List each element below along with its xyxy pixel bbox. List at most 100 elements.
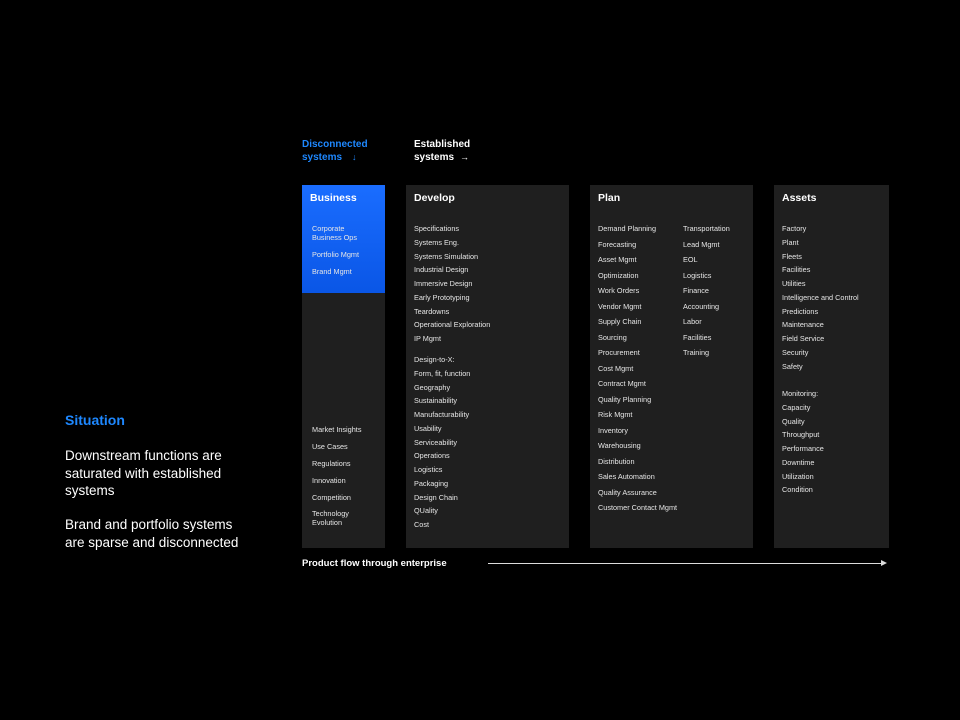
develop-design-item: Operations bbox=[414, 451, 450, 461]
develop-item: Specifications bbox=[414, 224, 460, 233]
plan-item: Warehousing bbox=[598, 441, 641, 450]
develop-design-item: Packaging bbox=[414, 478, 449, 488]
assets-monitoring-item: Utilization bbox=[782, 471, 814, 481]
develop-title: Develop bbox=[414, 192, 455, 204]
assets-item: Maintenance bbox=[782, 320, 824, 330]
plan-item: Optimization bbox=[598, 270, 639, 280]
situation-line-1: Downstream functions are bbox=[65, 448, 222, 463]
develop-item: Teardowns bbox=[414, 306, 450, 316]
develop-item: Operational Exploration bbox=[414, 320, 491, 330]
situation-line-4: Brand and portfolio systems bbox=[65, 517, 233, 532]
right-arrow-icon: → bbox=[460, 152, 470, 162]
business-item: Competition bbox=[312, 493, 351, 502]
header-disconnected-systems: Disconnected systems ↓ bbox=[302, 138, 368, 164]
plan-item: Vendor Mgmt bbox=[598, 301, 642, 311]
plan-item: EOL bbox=[683, 255, 698, 264]
assets-monitoring-item: Performance bbox=[782, 444, 824, 453]
business-item: Technology Evolution bbox=[312, 509, 349, 527]
assets-monitoring-item: Downtime bbox=[782, 457, 815, 467]
plan-item: Supply Chain bbox=[598, 317, 642, 326]
plan-item: Distribution bbox=[598, 456, 635, 466]
header-established-word: systems bbox=[414, 152, 455, 163]
header-established-line1: Established bbox=[414, 139, 471, 150]
assets-item: Security bbox=[782, 347, 809, 357]
assets-title: Assets bbox=[782, 192, 817, 204]
header-disconnected-line2: systems ↓ bbox=[302, 151, 368, 164]
plan-item: Sales Automation bbox=[598, 472, 655, 481]
plan-item: Sourcing bbox=[598, 332, 627, 342]
develop-design-item: Serviceability bbox=[414, 437, 457, 447]
develop-item: Immersive Design bbox=[414, 279, 473, 288]
assets-item: Fleets bbox=[782, 251, 802, 261]
assets-item: Intelligence and Control bbox=[782, 292, 859, 302]
develop-design-item: Logistics bbox=[414, 465, 443, 474]
plan-item: Logistics bbox=[683, 270, 712, 280]
business-item: Innovation bbox=[312, 476, 346, 485]
situation-line-3: systems bbox=[65, 483, 115, 498]
develop-design-item: Geography bbox=[414, 382, 451, 392]
plan-item: Risk Mgmt bbox=[598, 410, 633, 419]
product-flow-arrow-line bbox=[488, 563, 882, 564]
plan-item: Cost Mgmt bbox=[598, 363, 634, 373]
plan-item: Transportation bbox=[683, 224, 730, 233]
plan-item: Work Orders bbox=[598, 286, 640, 295]
assets-monitoring-item: Monitoring: bbox=[782, 389, 819, 398]
plan-item: Quality Planning bbox=[598, 394, 652, 404]
plan-item: Customer Contact Mgmt bbox=[598, 503, 678, 512]
assets-monitoring-item: Condition bbox=[782, 485, 813, 495]
plan-title: Plan bbox=[598, 192, 621, 204]
assets-item: Facilities bbox=[782, 265, 811, 275]
product-flow-label: Product flow through enterprise bbox=[302, 558, 447, 569]
assets-item: Plant bbox=[782, 237, 799, 247]
develop-design-item: Usability bbox=[414, 423, 442, 433]
develop-design-item: Form, fit, function bbox=[414, 368, 471, 378]
assets-monitoring-item: Throughput bbox=[782, 430, 820, 440]
plan-item: Asset Mgmt bbox=[598, 255, 637, 264]
business-item: Use Cases bbox=[312, 442, 348, 451]
plan-item: Forecasting bbox=[598, 239, 637, 249]
develop-item: Early Prototyping bbox=[414, 292, 470, 302]
plan-item: Lead Mgmt bbox=[683, 239, 720, 249]
develop-item: Systems Simulation bbox=[414, 251, 479, 261]
plan-item: Facilities bbox=[683, 332, 712, 342]
plan-item: Contract Mgmt bbox=[598, 379, 646, 388]
business-item: Portfolio Mgmt bbox=[312, 250, 360, 259]
develop-item: IP Mgmt bbox=[414, 334, 442, 343]
plan-item: Training bbox=[683, 348, 710, 357]
down-arrow-icon: ↓ bbox=[352, 152, 357, 162]
develop-design-item: Manufacturability bbox=[414, 410, 470, 419]
situation-line-5: are sparse and disconnected bbox=[65, 534, 239, 550]
business-item: Regulations bbox=[312, 459, 351, 468]
situation-title: Situation bbox=[65, 412, 125, 428]
develop-design-item: Sustainability bbox=[414, 396, 457, 406]
header-disconnected-line1: Disconnected bbox=[302, 139, 368, 150]
develop-design-item: Design Chain bbox=[414, 492, 458, 502]
header-established-line2: systems → bbox=[414, 151, 470, 164]
business-item: Market Insights bbox=[312, 425, 362, 434]
develop-design-item: QUality bbox=[414, 506, 438, 516]
plan-item: Demand Planning bbox=[598, 224, 657, 233]
header-established-systems: Established systems → bbox=[414, 138, 470, 164]
plan-item: Inventory bbox=[598, 425, 629, 435]
assets-item: Factory bbox=[782, 224, 807, 233]
business-item: Brand Mgmt bbox=[312, 267, 352, 276]
business-item: Corporate Business Ops bbox=[312, 224, 358, 242]
plan-item: Accounting bbox=[683, 301, 720, 311]
assets-monitoring-item: Quality bbox=[782, 416, 805, 426]
plan-item: Finance bbox=[683, 286, 709, 295]
assets-item: Safety bbox=[782, 361, 803, 371]
situation-line-2: saturated with established bbox=[65, 465, 222, 481]
develop-item: Industrial Design bbox=[414, 265, 469, 275]
assets-item: Utilities bbox=[782, 279, 806, 288]
assets-item: Field Service bbox=[782, 334, 825, 343]
develop-item: Systems Eng. bbox=[414, 237, 460, 247]
assets-item: Predictions bbox=[782, 306, 819, 316]
plan-item: Procurement bbox=[598, 348, 640, 357]
plan-item: Quality Assurance bbox=[598, 487, 657, 497]
business-title: Business bbox=[310, 192, 357, 204]
plan-item: Labor bbox=[683, 317, 702, 326]
product-flow-arrowhead-icon bbox=[881, 560, 887, 566]
assets-monitoring-item: Capacity bbox=[782, 402, 811, 412]
develop-design-item: Design-to-X: bbox=[414, 355, 455, 364]
develop-design-item: Cost bbox=[414, 520, 430, 529]
